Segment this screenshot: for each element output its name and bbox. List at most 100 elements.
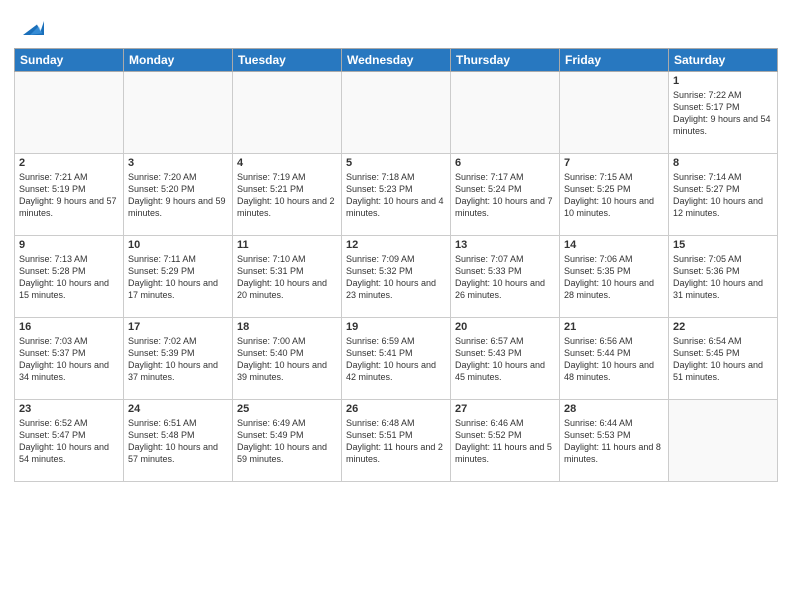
day-number: 28 bbox=[564, 403, 664, 415]
day-number: 17 bbox=[128, 321, 228, 333]
calendar-day-cell: 25 Sunrise: 6:49 AMSunset: 5:49 PMDayligh… bbox=[233, 400, 342, 482]
day-number: 8 bbox=[673, 157, 773, 169]
logo bbox=[14, 14, 44, 42]
day-info: Sunrise: 7:10 AMSunset: 5:31 PMDaylight:… bbox=[237, 253, 337, 302]
day-info: Sunrise: 7:00 AMSunset: 5:40 PMDaylight:… bbox=[237, 335, 337, 384]
day-number: 14 bbox=[564, 239, 664, 251]
weekday-header: Sunday bbox=[15, 49, 124, 72]
calendar-week-row: 2 Sunrise: 7:21 AMSunset: 5:19 PMDaylight… bbox=[15, 154, 778, 236]
calendar-day-cell: 26 Sunrise: 6:48 AMSunset: 5:51 PMDayligh… bbox=[342, 400, 451, 482]
day-number: 22 bbox=[673, 321, 773, 333]
day-info: Sunrise: 6:56 AMSunset: 5:44 PMDaylight:… bbox=[564, 335, 664, 384]
day-number: 23 bbox=[19, 403, 119, 415]
day-info: Sunrise: 6:57 AMSunset: 5:43 PMDaylight:… bbox=[455, 335, 555, 384]
weekday-header: Tuesday bbox=[233, 49, 342, 72]
day-number: 27 bbox=[455, 403, 555, 415]
calendar-day-cell: 6Sunrise: 7:17 AMSunset: 5:24 PMDaylight… bbox=[451, 154, 560, 236]
calendar-day-cell bbox=[342, 72, 451, 154]
day-number: 15 bbox=[673, 239, 773, 251]
calendar-day-cell: 18 Sunrise: 7:00 AMSunset: 5:40 PMDayligh… bbox=[233, 318, 342, 400]
weekday-header: Monday bbox=[124, 49, 233, 72]
day-info: Sunrise: 6:48 AMSunset: 5:51 PMDaylight:… bbox=[346, 417, 446, 466]
day-info: Sunrise: 6:52 AMSunset: 5:47 PMDaylight:… bbox=[19, 417, 119, 466]
calendar-day-cell: 5Sunrise: 7:18 AMSunset: 5:23 PMDaylight… bbox=[342, 154, 451, 236]
day-number: 26 bbox=[346, 403, 446, 415]
calendar-day-cell: 20 Sunrise: 6:57 AMSunset: 5:43 PMDayligh… bbox=[451, 318, 560, 400]
day-number: 4 bbox=[237, 157, 337, 169]
weekday-header: Wednesday bbox=[342, 49, 451, 72]
day-number: 12 bbox=[346, 239, 446, 251]
logo-icon bbox=[16, 14, 44, 42]
day-number: 16 bbox=[19, 321, 119, 333]
calendar-day-cell: 9 Sunrise: 7:13 AMSunset: 5:28 PMDaylight… bbox=[15, 236, 124, 318]
day-info: Sunrise: 7:19 AMSunset: 5:21 PMDaylight:… bbox=[237, 171, 337, 220]
day-info: Sunrise: 6:44 AMSunset: 5:53 PMDaylight:… bbox=[564, 417, 664, 466]
calendar-table: SundayMondayTuesdayWednesdayThursdayFrid… bbox=[14, 48, 778, 482]
calendar-day-cell: 2 Sunrise: 7:21 AMSunset: 5:19 PMDaylight… bbox=[15, 154, 124, 236]
day-number: 13 bbox=[455, 239, 555, 251]
day-number: 9 bbox=[19, 239, 119, 251]
day-number: 25 bbox=[237, 403, 337, 415]
calendar-day-cell: 16 Sunrise: 7:03 AMSunset: 5:37 PMDayligh… bbox=[15, 318, 124, 400]
day-info: Sunrise: 7:09 AMSunset: 5:32 PMDaylight:… bbox=[346, 253, 446, 302]
day-info: Sunrise: 6:59 AMSunset: 5:41 PMDaylight:… bbox=[346, 335, 446, 384]
calendar-day-cell: 22 Sunrise: 6:54 AMSunset: 5:45 PMDayligh… bbox=[669, 318, 778, 400]
calendar-day-cell bbox=[560, 72, 669, 154]
calendar-week-row: 9 Sunrise: 7:13 AMSunset: 5:28 PMDaylight… bbox=[15, 236, 778, 318]
day-number: 19 bbox=[346, 321, 446, 333]
calendar-day-cell: 19 Sunrise: 6:59 AMSunset: 5:41 PMDayligh… bbox=[342, 318, 451, 400]
calendar-day-cell: 4 Sunrise: 7:19 AMSunset: 5:21 PMDaylight… bbox=[233, 154, 342, 236]
day-number: 7 bbox=[564, 157, 664, 169]
day-number: 11 bbox=[237, 239, 337, 251]
calendar-day-cell: 24 Sunrise: 6:51 AMSunset: 5:48 PMDayligh… bbox=[124, 400, 233, 482]
calendar-day-cell: 15 Sunrise: 7:05 AMSunset: 5:36 PMDayligh… bbox=[669, 236, 778, 318]
calendar-week-row: 1 Sunrise: 7:22 AMSunset: 5:17 PMDaylight… bbox=[15, 72, 778, 154]
day-info: Sunrise: 7:21 AMSunset: 5:19 PMDaylight:… bbox=[19, 171, 119, 220]
day-number: 20 bbox=[455, 321, 555, 333]
day-number: 24 bbox=[128, 403, 228, 415]
day-info: Sunrise: 7:17 AMSunset: 5:24 PMDaylight:… bbox=[455, 171, 555, 220]
calendar-week-row: 23 Sunrise: 6:52 AMSunset: 5:47 PMDayligh… bbox=[15, 400, 778, 482]
day-info: Sunrise: 7:20 AMSunset: 5:20 PMDaylight:… bbox=[128, 171, 228, 220]
day-info: Sunrise: 7:22 AMSunset: 5:17 PMDaylight:… bbox=[673, 89, 773, 138]
weekday-header: Thursday bbox=[451, 49, 560, 72]
day-number: 18 bbox=[237, 321, 337, 333]
day-info: Sunrise: 7:03 AMSunset: 5:37 PMDaylight:… bbox=[19, 335, 119, 384]
calendar-day-cell: 11 Sunrise: 7:10 AMSunset: 5:31 PMDayligh… bbox=[233, 236, 342, 318]
calendar-day-cell bbox=[451, 72, 560, 154]
calendar-day-cell: 17Sunrise: 7:02 AMSunset: 5:39 PMDayligh… bbox=[124, 318, 233, 400]
header bbox=[14, 10, 778, 42]
day-info: Sunrise: 7:07 AMSunset: 5:33 PMDaylight:… bbox=[455, 253, 555, 302]
day-info: Sunrise: 7:13 AMSunset: 5:28 PMDaylight:… bbox=[19, 253, 119, 302]
calendar-day-cell: 28 Sunrise: 6:44 AMSunset: 5:53 PMDayligh… bbox=[560, 400, 669, 482]
day-info: Sunrise: 7:05 AMSunset: 5:36 PMDaylight:… bbox=[673, 253, 773, 302]
day-number: 2 bbox=[19, 157, 119, 169]
day-info: Sunrise: 7:11 AMSunset: 5:29 PMDaylight:… bbox=[128, 253, 228, 302]
day-number: 1 bbox=[673, 75, 773, 87]
day-info: Sunrise: 7:14 AMSunset: 5:27 PMDaylight:… bbox=[673, 171, 773, 220]
page-container: SundayMondayTuesdayWednesdayThursdayFrid… bbox=[0, 0, 792, 612]
day-info: Sunrise: 6:51 AMSunset: 5:48 PMDaylight:… bbox=[128, 417, 228, 466]
day-number: 21 bbox=[564, 321, 664, 333]
calendar-day-cell: 23 Sunrise: 6:52 AMSunset: 5:47 PMDayligh… bbox=[15, 400, 124, 482]
day-info: Sunrise: 7:18 AMSunset: 5:23 PMDaylight:… bbox=[346, 171, 446, 220]
day-info: Sunrise: 7:06 AMSunset: 5:35 PMDaylight:… bbox=[564, 253, 664, 302]
day-number: 10 bbox=[128, 239, 228, 251]
calendar-day-cell bbox=[15, 72, 124, 154]
day-number: 3 bbox=[128, 157, 228, 169]
day-info: Sunrise: 6:49 AMSunset: 5:49 PMDaylight:… bbox=[237, 417, 337, 466]
calendar-day-cell: 1 Sunrise: 7:22 AMSunset: 5:17 PMDaylight… bbox=[669, 72, 778, 154]
calendar-day-cell: 27Sunrise: 6:46 AMSunset: 5:52 PMDayligh… bbox=[451, 400, 560, 482]
calendar-day-cell: 12 Sunrise: 7:09 AMSunset: 5:32 PMDayligh… bbox=[342, 236, 451, 318]
calendar-day-cell: 8 Sunrise: 7:14 AMSunset: 5:27 PMDaylight… bbox=[669, 154, 778, 236]
calendar-day-cell: 13 Sunrise: 7:07 AMSunset: 5:33 PMDayligh… bbox=[451, 236, 560, 318]
day-info: Sunrise: 6:54 AMSunset: 5:45 PMDaylight:… bbox=[673, 335, 773, 384]
calendar-week-row: 16 Sunrise: 7:03 AMSunset: 5:37 PMDayligh… bbox=[15, 318, 778, 400]
calendar-header-row: SundayMondayTuesdayWednesdayThursdayFrid… bbox=[15, 49, 778, 72]
calendar-day-cell bbox=[233, 72, 342, 154]
calendar-day-cell: 7 Sunrise: 7:15 AMSunset: 5:25 PMDaylight… bbox=[560, 154, 669, 236]
calendar-day-cell: 21 Sunrise: 6:56 AMSunset: 5:44 PMDayligh… bbox=[560, 318, 669, 400]
day-info: Sunrise: 7:15 AMSunset: 5:25 PMDaylight:… bbox=[564, 171, 664, 220]
calendar-day-cell bbox=[124, 72, 233, 154]
weekday-header: Saturday bbox=[669, 49, 778, 72]
